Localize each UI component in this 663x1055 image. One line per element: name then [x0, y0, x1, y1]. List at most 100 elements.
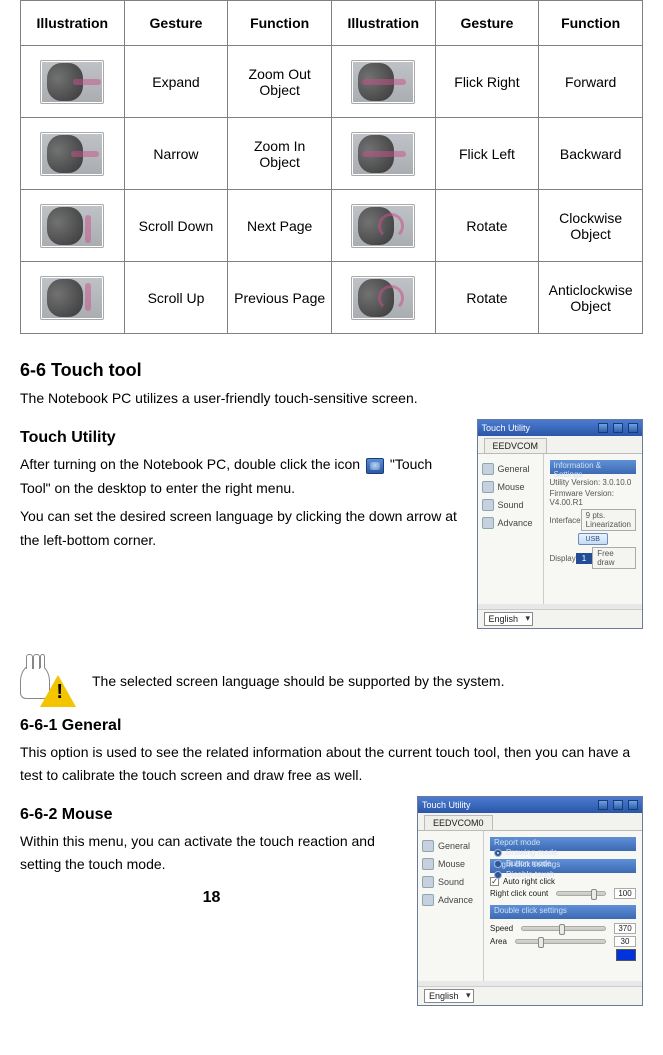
display-row: Display 1 Free draw — [550, 547, 637, 569]
cell-gesture: Rotate — [435, 262, 539, 334]
cell-gesture: Scroll Up — [124, 262, 228, 334]
cell-gesture: Flick Left — [435, 118, 539, 190]
window-titlebar: Touch Utility — [478, 420, 643, 436]
interface-usb: USB — [550, 533, 637, 545]
sidebar-item-label: General — [498, 464, 530, 474]
sidebar-item-advance: Advance — [420, 891, 481, 909]
color-swatch — [616, 949, 636, 961]
th-ill-a: Illustration — [21, 1, 125, 46]
touch-utility-para1: After turning on the Notebook PC, double… — [20, 453, 465, 501]
sidebar-item-sound: Sound — [420, 873, 481, 891]
advance-icon — [482, 517, 494, 529]
titlebar-button-icon — [598, 423, 608, 433]
cell-gesture: Expand — [124, 46, 228, 118]
display-value: 1 — [576, 553, 592, 564]
sidebar: General Mouse Sound Advance — [478, 454, 544, 604]
sidebar-item-label: Advance — [438, 895, 473, 905]
sidebar: General Mouse Sound Advance — [418, 831, 484, 981]
right-click-count-slider — [556, 891, 606, 896]
area-slider — [515, 939, 606, 944]
sidebar-item-general: General — [480, 460, 541, 478]
tab: EEDVCOM — [484, 438, 548, 453]
utility-version: Utility Version: 3.0.10.0 — [550, 478, 637, 487]
gesture-flick-left-icon — [351, 132, 415, 176]
heading-mouse: 6-6-2 Mouse — [20, 806, 403, 824]
cell-function: Forward — [539, 46, 643, 118]
cell-function: Zoom In Object — [228, 118, 332, 190]
cell-function: Next Page — [228, 190, 332, 262]
language-bar: English — [418, 986, 642, 1005]
window-title: Touch Utility — [422, 800, 471, 810]
cell-function: Backward — [539, 118, 643, 190]
report-mode-strip: Report mode Drawing mode Button mode Dis… — [490, 837, 636, 851]
gesture-scroll-up-icon — [40, 276, 104, 320]
sound-icon — [422, 876, 434, 888]
cell-gesture: Scroll Down — [124, 190, 228, 262]
tabstrip: EEDVCOM — [478, 436, 643, 454]
titlebar-button-icon — [628, 800, 638, 810]
touch-tool-desktop-icon — [366, 458, 384, 474]
radio-icon — [494, 860, 502, 868]
general-body: This option is used to see the related i… — [20, 741, 643, 786]
heading-touch-utility: Touch Utility — [20, 429, 465, 447]
sidebar-item-mouse: Mouse — [480, 478, 541, 496]
th-gesture-a: Gesture — [124, 1, 228, 46]
firmware-version: Firmware Version: V4.00.R1 — [550, 489, 637, 507]
gesture-narrow-icon — [40, 132, 104, 176]
page-number: 18 — [20, 889, 403, 907]
heading-touch-tool: 6-6 Touch tool — [20, 360, 643, 381]
cell-gesture: Narrow — [124, 118, 228, 190]
sound-icon — [482, 499, 494, 511]
th-gesture-b: Gesture — [435, 1, 539, 46]
mouse-icon — [422, 858, 434, 870]
checkbox-label: Auto right click — [503, 877, 555, 886]
sidebar-item-sound: Sound — [480, 496, 541, 514]
titlebar-button-icon — [628, 423, 638, 433]
table-row: Scroll Down Next Page Rotate Clockwise O… — [21, 190, 643, 262]
advance-icon — [422, 894, 434, 906]
sidebar-item-label: Advance — [498, 518, 533, 528]
gesture-scroll-down-icon — [40, 204, 104, 248]
usb-badge: USB — [578, 533, 608, 545]
radio-label: Drawing mode — [506, 848, 558, 857]
interface-row: Interface 9 pts. Linearization — [550, 509, 637, 531]
mouse-icon — [482, 481, 494, 493]
slider-label: Speed — [490, 924, 513, 933]
cell-function: Clockwise Object — [539, 190, 643, 262]
general-icon — [482, 463, 494, 475]
language-select: English — [424, 989, 474, 1003]
touch-tool-intro: The Notebook PC utilizes a user-friendly… — [20, 387, 643, 409]
th-function-b: Function — [539, 1, 643, 46]
language-bar: English — [478, 609, 643, 628]
sidebar-item-label: Mouse — [438, 859, 465, 869]
slider-label: Area — [490, 937, 507, 946]
language-select: English — [484, 612, 534, 626]
mouse-body: Within this menu, you can activate the t… — [20, 830, 403, 875]
strip-title: Report mode — [494, 838, 632, 847]
cell-function: Previous Page — [228, 262, 332, 334]
table-row: Scroll Up Previous Page Rotate Anticlock… — [21, 262, 643, 334]
cell-gesture: Rotate — [435, 190, 539, 262]
general-icon — [422, 840, 434, 852]
tabstrip: EEDVCOM0 — [418, 813, 642, 831]
warning-text: The selected screen language should be s… — [92, 673, 504, 689]
gesture-expand-icon — [40, 60, 104, 104]
radio-icon — [494, 849, 502, 857]
slider-label: Right click count — [490, 889, 548, 898]
window-title: Touch Utility — [482, 423, 531, 433]
gesture-rotate-ccw-icon — [351, 276, 415, 320]
gesture-table: Illustration Gesture Function Illustrati… — [20, 0, 643, 334]
info-settings-strip: Information & Settings — [550, 460, 637, 474]
touch-utility-para2: You can set the desired screen language … — [20, 505, 465, 553]
window-titlebar: Touch Utility — [418, 797, 642, 813]
double-click-strip: Double click settings — [490, 905, 636, 919]
warning-icon: ! — [20, 655, 76, 707]
sidebar-item-mouse: Mouse — [420, 855, 481, 873]
gesture-rotate-cw-icon — [351, 204, 415, 248]
mouse-window: Touch Utility EEDVCOM0 General Mouse Sou… — [417, 796, 643, 1006]
table-row: Narrow Zoom In Object Flick Left Backwar… — [21, 118, 643, 190]
radio-icon — [494, 871, 502, 879]
titlebar-button-icon — [613, 423, 623, 433]
slider-value: 370 — [614, 923, 636, 934]
th-function-a: Function — [228, 1, 332, 46]
